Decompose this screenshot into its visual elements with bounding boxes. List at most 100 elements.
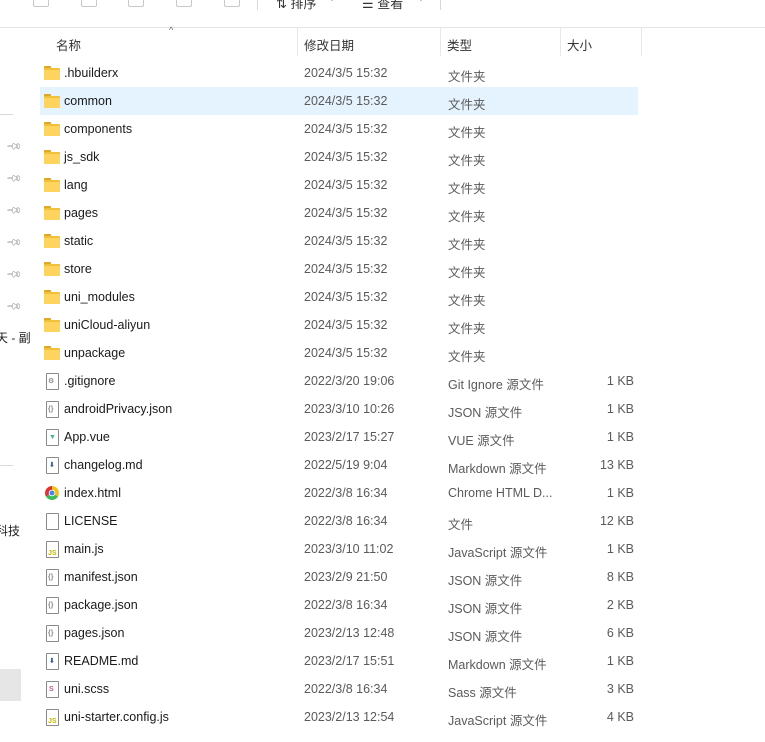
nav-item-label[interactable]: 科技 xyxy=(0,522,20,539)
file-name[interactable]: manifest.json xyxy=(64,570,138,584)
column-header-name[interactable]: 名称 xyxy=(56,35,81,54)
file-date: 2024/3/5 15:32 xyxy=(304,290,388,304)
file-row[interactable]: ⬇ changelog.md 2022/5/19 9:04 Markdown 源文件 1… xyxy=(40,451,638,479)
file-type: 文件夹 xyxy=(448,154,486,168)
column-header-size[interactable]: 大小 xyxy=(567,35,592,54)
file-date: 2023/2/9 21:50 xyxy=(304,570,388,584)
column-header-type[interactable]: 类型 xyxy=(447,35,472,54)
copy-icon[interactable] xyxy=(81,0,97,7)
file-row[interactable]: {} package.json 2022/3/8 16:34 JSON 源文件 2 KB xyxy=(40,591,638,619)
file-name[interactable]: common xyxy=(64,94,112,108)
vue-file-icon: ▼ xyxy=(44,429,60,446)
file-name[interactable]: pages.json xyxy=(64,626,124,640)
file-type: 文件夹 xyxy=(448,182,486,196)
file-row[interactable]: JS uni-starter.config.js 2023/2/13 12:54 Ja… xyxy=(40,703,638,731)
file-type: JSON 源文件 xyxy=(448,602,523,616)
file-row[interactable]: LICENSE 2022/3/8 16:34 文件 12 KB xyxy=(40,507,638,535)
file-type: 文件夹 xyxy=(448,322,486,336)
pin-icon[interactable]: 📌︎ xyxy=(5,235,22,252)
file-row[interactable]: JS main.js 2023/3/10 11:02 JavaScript 源文件 1 … xyxy=(40,535,638,563)
cut-icon[interactable] xyxy=(33,0,49,7)
file-row[interactable]: components 2024/3/5 15:32 文件夹 xyxy=(40,115,638,143)
more-options-button[interactable]: ··· xyxy=(456,0,477,8)
file-name[interactable]: .hbuilderx xyxy=(64,66,118,80)
file-row[interactable]: .hbuilderx 2024/3/5 15:32 文件夹 xyxy=(40,59,638,87)
file-name[interactable]: changelog.md xyxy=(64,458,143,472)
file-row[interactable]: static 2024/3/5 15:32 文件夹 xyxy=(40,227,638,255)
file-name[interactable]: lang xyxy=(64,178,88,192)
column-header-date[interactable]: 修改日期 xyxy=(304,35,354,54)
js-file-icon: JS xyxy=(44,709,60,726)
file-name[interactable]: LICENSE xyxy=(64,514,118,528)
file-type: JSON 源文件 xyxy=(448,406,523,420)
file-row[interactable]: uniCloud-aliyun 2024/3/5 15:32 文件夹 xyxy=(40,311,638,339)
file-type: 文件夹 xyxy=(448,70,486,84)
file-name[interactable]: pages xyxy=(64,206,98,220)
column-divider[interactable] xyxy=(641,28,642,56)
pin-icon[interactable]: 📌︎ xyxy=(5,203,22,220)
delete-icon[interactable] xyxy=(224,0,240,7)
file-row[interactable]: {} pages.json 2023/2/13 12:48 JSON 源文件 6 KB xyxy=(40,619,638,647)
file-row[interactable]: ⬇ README.md 2023/2/17 15:51 Markdown 源文件 1 K… xyxy=(40,647,638,675)
file-name[interactable]: components xyxy=(64,122,132,136)
markdown-file-icon: ⬇ xyxy=(44,457,60,474)
pin-icon[interactable]: 📌︎ xyxy=(5,299,22,316)
file-row[interactable]: lang 2024/3/5 15:32 文件夹 xyxy=(40,171,638,199)
file-row[interactable]: pages 2024/3/5 15:32 文件夹 xyxy=(40,199,638,227)
file-name[interactable]: androidPrivacy.json xyxy=(64,402,172,416)
file-name[interactable]: uni-starter.config.js xyxy=(64,710,169,724)
view-label: 查看 xyxy=(377,0,404,11)
file-date: 2024/3/5 15:32 xyxy=(304,122,388,136)
file-size: 1 KB xyxy=(606,374,634,388)
file-row[interactable]: store 2024/3/5 15:32 文件夹 xyxy=(40,255,638,283)
file-type: JavaScript 源文件 xyxy=(448,714,548,728)
file-name[interactable]: store xyxy=(64,262,92,276)
file-type: 文件 xyxy=(448,518,474,532)
file-row[interactable]: unpackage 2024/3/5 15:32 文件夹 xyxy=(40,339,638,367)
column-divider[interactable] xyxy=(560,28,561,56)
pin-icon[interactable]: 📌︎ xyxy=(5,267,22,284)
js-file-icon: JS xyxy=(44,541,60,558)
gear-file-icon: ⚙ xyxy=(44,373,60,390)
file-name[interactable]: uni.scss xyxy=(64,682,109,696)
nav-item-selected[interactable] xyxy=(0,669,21,701)
view-button[interactable]: ☰ 查看 xyxy=(362,0,403,12)
file-name[interactable]: main.js xyxy=(64,542,104,556)
file-size: 1 KB xyxy=(606,402,634,416)
file-type: 文件夹 xyxy=(448,350,486,364)
file-list: .hbuilderx 2024/3/5 15:32 文件夹 common 2024/3/… xyxy=(22,56,765,742)
file-name[interactable]: README.md xyxy=(64,654,138,668)
file-row[interactable]: index.html 2022/3/8 16:34 Chrome HTML D...… xyxy=(40,479,638,507)
pin-icon[interactable]: 📌︎ xyxy=(5,139,22,156)
file-row[interactable]: js_sdk 2024/3/5 15:32 文件夹 xyxy=(40,143,638,171)
file-name[interactable]: index.html xyxy=(64,486,121,500)
share-icon[interactable] xyxy=(176,0,192,7)
sort-button[interactable]: ⇅ 排序 xyxy=(276,0,317,12)
file-date: 2024/3/5 15:32 xyxy=(304,318,388,332)
toolbar-divider xyxy=(440,0,441,10)
column-divider[interactable] xyxy=(297,28,298,56)
file-size: 8 KB xyxy=(606,570,634,584)
file-row[interactable]: {} manifest.json 2023/2/9 21:50 JSON 源文件 8 K… xyxy=(40,563,638,591)
file-name[interactable]: js_sdk xyxy=(64,150,99,164)
column-divider[interactable] xyxy=(440,28,441,56)
file-name[interactable]: .gitignore xyxy=(64,374,115,388)
file-name[interactable]: uniCloud-aliyun xyxy=(64,318,150,332)
file-row[interactable]: ⚙ .gitignore 2022/3/20 19:06 Git Ignore 源文件… xyxy=(40,367,638,395)
file-name[interactable]: package.json xyxy=(64,598,138,612)
file-type: Git Ignore 源文件 xyxy=(448,378,544,392)
file-row[interactable]: ▼ App.vue 2023/2/17 15:27 VUE 源文件 1 KB xyxy=(40,423,638,451)
folder-icon xyxy=(44,205,60,221)
paste-icon[interactable] xyxy=(128,0,144,7)
file-name[interactable]: static xyxy=(64,234,93,248)
pin-icon[interactable]: 📌︎ xyxy=(5,171,22,188)
file-name[interactable]: unpackage xyxy=(64,346,125,360)
file-date: 2024/3/5 15:32 xyxy=(304,150,388,164)
sort-label: 排序 xyxy=(290,0,317,11)
file-row[interactable]: {} androidPrivacy.json 2023/3/10 10:26 JSON… xyxy=(40,395,638,423)
file-row[interactable]: uni_modules 2024/3/5 15:32 文件夹 xyxy=(40,283,638,311)
file-name[interactable]: uni_modules xyxy=(64,290,135,304)
file-row[interactable]: common 2024/3/5 15:32 文件夹 xyxy=(40,87,638,115)
file-row[interactable]: Suni.scss 2022/3/8 16:34 Sass 源文件 3 KB xyxy=(40,675,638,703)
file-name[interactable]: App.vue xyxy=(64,430,110,444)
